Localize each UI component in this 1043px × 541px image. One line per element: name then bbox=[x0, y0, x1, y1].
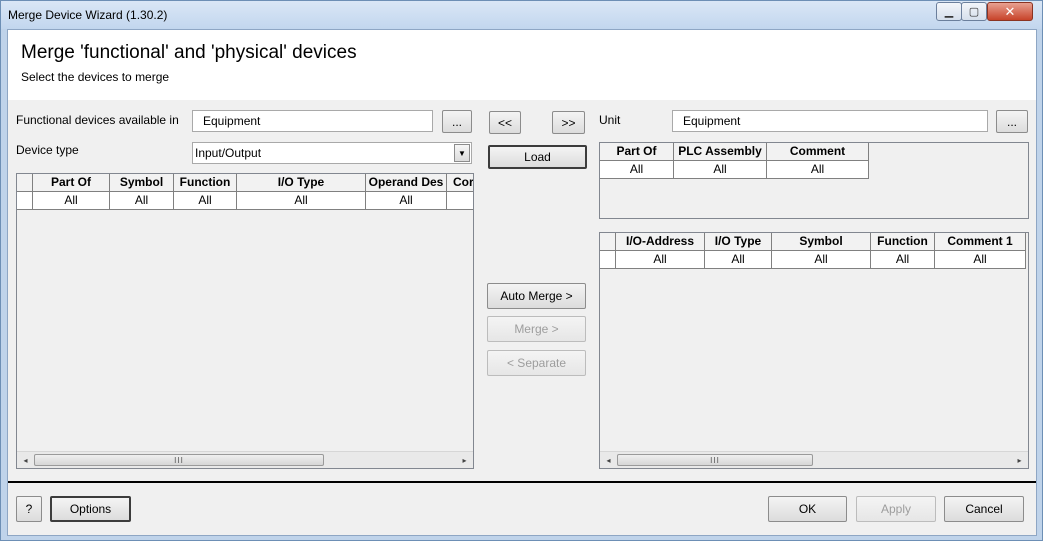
footer-divider bbox=[8, 481, 1036, 483]
grid-filter-cell[interactable]: All bbox=[705, 251, 772, 269]
grid-header-cell[interactable]: Part Of bbox=[600, 143, 674, 161]
ok-button[interactable]: OK bbox=[768, 496, 847, 522]
grid-header-cell[interactable]: Function bbox=[871, 233, 935, 251]
grid-filter-cell[interactable] bbox=[17, 192, 33, 210]
page-title: Merge 'functional' and 'physical' device… bbox=[21, 42, 357, 63]
device-type-select[interactable]: Input/Output ▼ bbox=[192, 142, 472, 164]
move-right-button[interactable]: >> bbox=[552, 111, 585, 134]
title-bar[interactable]: Merge Device Wizard (1.30.2) ▁ ▢ ✕ bbox=[1, 1, 1042, 29]
functional-browse-button[interactable]: ... bbox=[442, 110, 472, 133]
minimize-button[interactable]: ▁ bbox=[936, 2, 962, 21]
grid-filter-cell[interactable]: All bbox=[110, 192, 174, 210]
unit-browse-button[interactable]: ... bbox=[996, 110, 1028, 133]
grid-filter-cell[interactable] bbox=[600, 251, 616, 269]
grid-header-cell[interactable]: PLC Assembly bbox=[674, 143, 767, 161]
grid-header-cell[interactable] bbox=[17, 174, 33, 192]
grid-filter-cell[interactable]: All bbox=[674, 161, 767, 179]
physical-grid-filter-row: All All All All All bbox=[600, 251, 1026, 269]
grid-filter-cell[interactable]: All bbox=[600, 161, 674, 179]
grid-header-cell[interactable]: Comment 1 bbox=[935, 233, 1026, 251]
minimize-icon: ▁ bbox=[944, 6, 954, 18]
functional-grid-header-row: Part Of Symbol Function I/O Type Operand… bbox=[17, 174, 473, 192]
grid-filter-cell[interactable]: All bbox=[237, 192, 366, 210]
plc-assembly-grid[interactable]: Part Of PLC Assembly Comment All All All bbox=[599, 142, 1029, 219]
grid-filter-cell[interactable] bbox=[447, 192, 473, 210]
device-type-label: Device type bbox=[16, 143, 79, 157]
plc-grid-header-row: Part Of PLC Assembly Comment bbox=[600, 143, 869, 161]
grid-filter-cell[interactable]: All bbox=[366, 192, 447, 210]
maximize-icon: ▢ bbox=[968, 6, 980, 18]
scroll-right-icon[interactable]: ▸ bbox=[456, 452, 473, 468]
functional-devices-label: Functional devices available in bbox=[16, 113, 179, 127]
grid-header-cell[interactable]: I/O Type bbox=[705, 233, 772, 251]
device-type-value: Input/Output bbox=[195, 146, 262, 160]
help-button[interactable]: ? bbox=[16, 496, 42, 522]
scroll-thumb[interactable]: III bbox=[617, 454, 813, 466]
scroll-left-icon[interactable]: ◂ bbox=[17, 452, 34, 468]
merge-button[interactable]: Merge > bbox=[487, 316, 586, 342]
cancel-button[interactable]: Cancel bbox=[944, 496, 1024, 522]
apply-button[interactable]: Apply bbox=[856, 496, 936, 522]
grid-filter-cell[interactable]: All bbox=[616, 251, 705, 269]
plc-grid-filter-row: All All All bbox=[600, 161, 869, 179]
grid-header-cell[interactable]: Symbol bbox=[110, 174, 174, 192]
separate-button[interactable]: < Separate bbox=[487, 350, 586, 376]
close-icon: ✕ bbox=[1004, 3, 1016, 19]
physical-grid-header-row: I/O-Address I/O Type Symbol Function Com… bbox=[600, 233, 1026, 251]
grid-header-cell[interactable]: Cor bbox=[447, 174, 473, 192]
grid-header-cell[interactable]: Part Of bbox=[33, 174, 110, 192]
dialog-client-area: Merge 'functional' and 'physical' device… bbox=[7, 29, 1037, 536]
grid-filter-cell[interactable]: All bbox=[772, 251, 871, 269]
grid-filter-cell[interactable]: All bbox=[935, 251, 1026, 269]
chevron-down-icon[interactable]: ▼ bbox=[454, 144, 470, 162]
grid-header-cell[interactable]: I/O Type bbox=[237, 174, 366, 192]
grid-header-cell[interactable] bbox=[600, 233, 616, 251]
unit-label: Unit bbox=[599, 113, 621, 127]
functional-source-field[interactable]: Equipment bbox=[192, 110, 433, 132]
functional-devices-grid[interactable]: Part Of Symbol Function I/O Type Operand… bbox=[16, 173, 474, 469]
grid-header-cell[interactable]: Symbol bbox=[772, 233, 871, 251]
page-subtitle: Select the devices to merge bbox=[21, 70, 170, 84]
load-button[interactable]: Load bbox=[488, 145, 587, 169]
scroll-right-icon[interactable]: ▸ bbox=[1011, 452, 1028, 468]
functional-grid-hscrollbar[interactable]: ◂ III ▸ bbox=[17, 451, 473, 468]
auto-merge-button[interactable]: Auto Merge > bbox=[487, 283, 586, 309]
functional-grid-filter-row: All All All All All bbox=[17, 192, 473, 210]
grid-filter-cell[interactable]: All bbox=[767, 161, 869, 179]
grid-filter-cell[interactable]: All bbox=[33, 192, 110, 210]
merge-device-wizard-window: Merge Device Wizard (1.30.2) ▁ ▢ ✕ Merge… bbox=[0, 0, 1043, 541]
physical-devices-grid[interactable]: I/O-Address I/O Type Symbol Function Com… bbox=[599, 232, 1029, 469]
maximize-button[interactable]: ▢ bbox=[961, 2, 987, 21]
grid-filter-cell[interactable]: All bbox=[174, 192, 237, 210]
move-left-button[interactable]: << bbox=[489, 111, 521, 134]
scroll-left-icon[interactable]: ◂ bbox=[600, 452, 617, 468]
grid-header-cell[interactable]: Function bbox=[174, 174, 237, 192]
physical-grid-hscrollbar[interactable]: ◂ III ▸ bbox=[600, 451, 1028, 468]
scroll-thumb[interactable]: III bbox=[34, 454, 324, 466]
wizard-header: Merge 'functional' and 'physical' device… bbox=[8, 30, 1036, 100]
grid-header-cell[interactable]: I/O-Address bbox=[616, 233, 705, 251]
close-button[interactable]: ✕ bbox=[987, 2, 1033, 21]
grid-filter-cell[interactable]: All bbox=[871, 251, 935, 269]
grid-header-cell[interactable]: Comment bbox=[767, 143, 869, 161]
options-button[interactable]: Options bbox=[50, 496, 131, 522]
grid-header-cell[interactable]: Operand Des bbox=[366, 174, 447, 192]
unit-field[interactable]: Equipment bbox=[672, 110, 988, 132]
window-title: Merge Device Wizard (1.30.2) bbox=[8, 8, 168, 22]
